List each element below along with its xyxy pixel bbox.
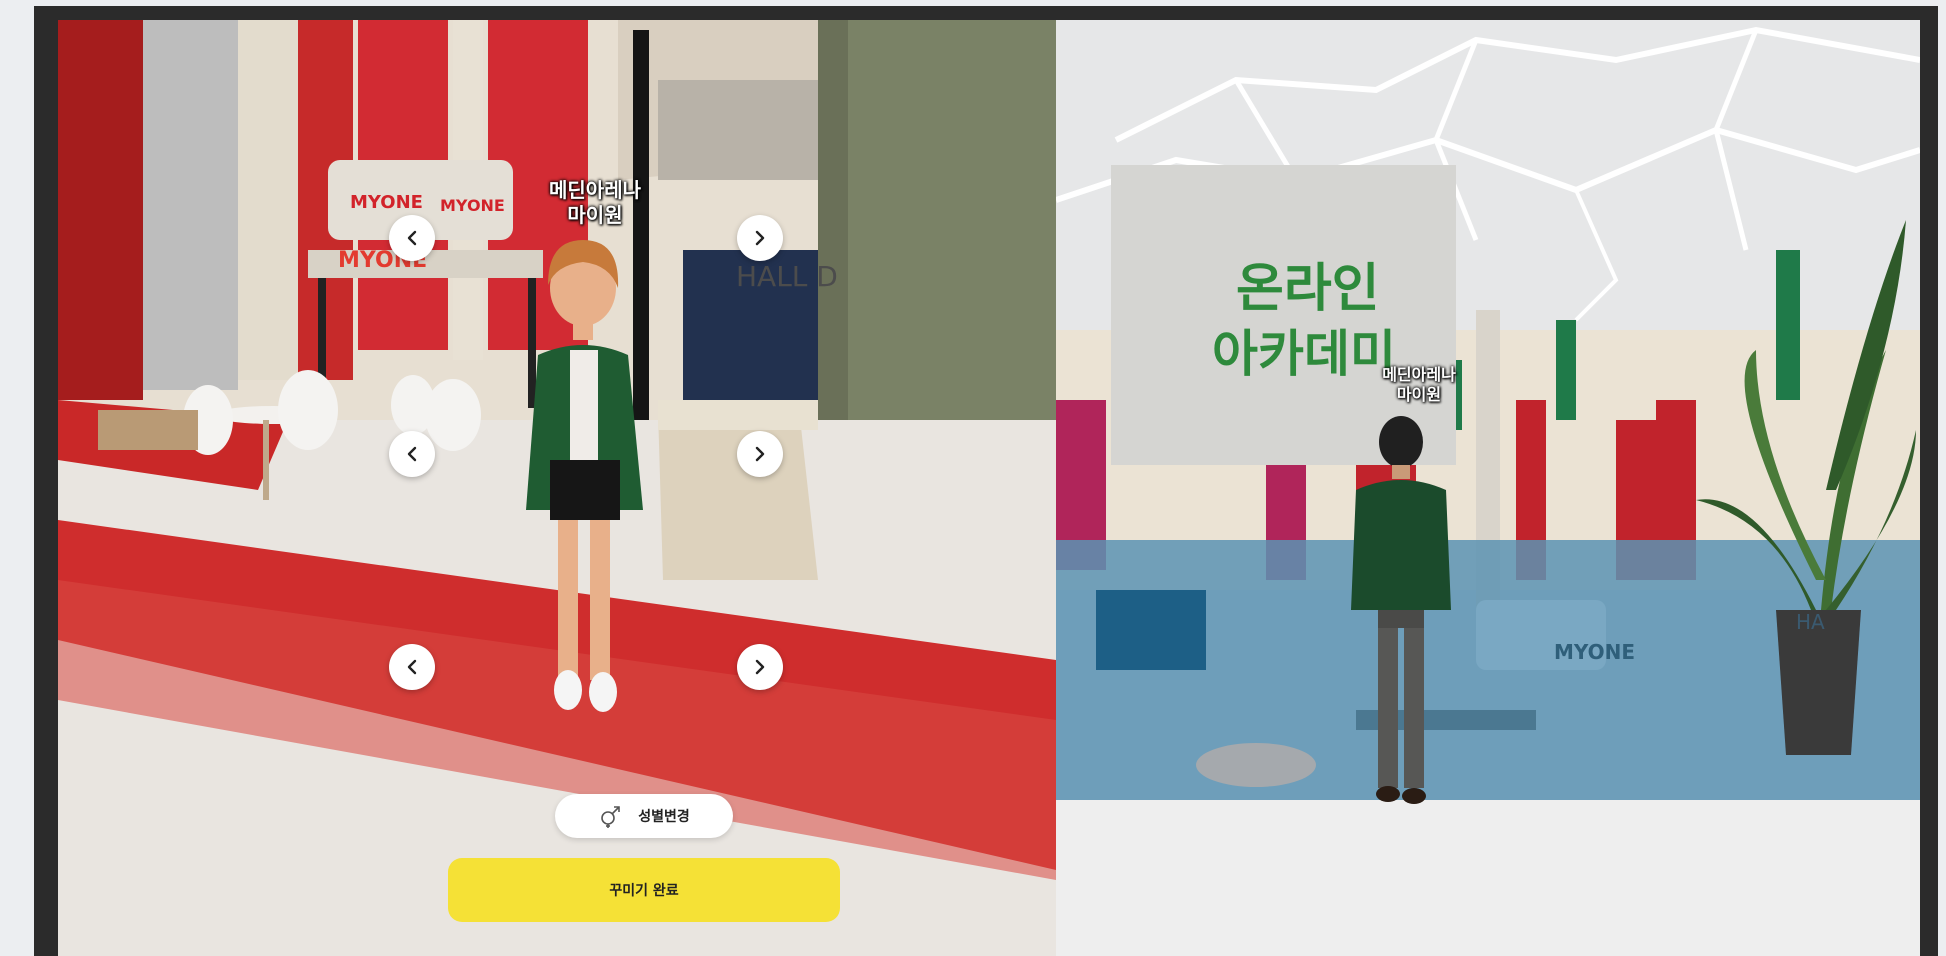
booth-logo: MYONE — [440, 196, 505, 215]
customize-done-label: 꾸미기 완료 — [609, 883, 679, 899]
gender-icon — [601, 806, 621, 828]
academy-banner-title-line1: 온라인 — [1236, 259, 1380, 319]
chevron-right-icon — [755, 446, 765, 462]
chevron-right-icon — [755, 659, 765, 675]
top-next-button[interactable] — [737, 431, 783, 477]
chevron-left-icon — [407, 230, 417, 246]
hair-prev-button[interactable] — [389, 215, 435, 261]
customize-done-button[interactable]: 꾸미기 완료 — [448, 858, 840, 922]
avatar-name-tag: 메딘아레나 마이원 — [520, 178, 670, 228]
hall-sign: HA — [1796, 610, 1825, 634]
chevron-right-icon — [755, 230, 765, 246]
chevron-left-icon — [407, 659, 417, 675]
top-prev-button[interactable] — [389, 431, 435, 477]
avatar-name-line2: 마이원 — [1396, 385, 1442, 404]
avatar-name-line2: 마이원 — [567, 203, 623, 227]
bottom-prev-button[interactable] — [389, 644, 435, 690]
booth-logo: MYONE — [1554, 640, 1636, 664]
right-scene-illustration — [1056, 20, 1920, 956]
booth-logo: MYONE — [350, 192, 423, 213]
chevron-left-icon — [407, 446, 417, 462]
hair-next-button[interactable] — [737, 215, 783, 261]
bottom-next-button[interactable] — [737, 644, 783, 690]
hall-sign: HALL D — [736, 260, 838, 293]
change-gender-button[interactable]: 성별변경 — [555, 794, 733, 838]
lobby-preview-view: 온라인 아카데미 메딘아레나 마이원 MYONE HA — [1056, 20, 1920, 956]
avatar-name-line1: 메딘아레나 — [549, 178, 641, 202]
avatar-customize-view: MYONE MYONE MYONE HALL D 메딘아레나 마이원 성별변경 — [58, 20, 1056, 956]
avatar-name-line1: 메딘아레나 — [1382, 365, 1456, 384]
change-gender-label: 성별변경 — [638, 809, 690, 825]
avatar-name-tag: 메딘아레나 마이원 — [1359, 365, 1479, 405]
